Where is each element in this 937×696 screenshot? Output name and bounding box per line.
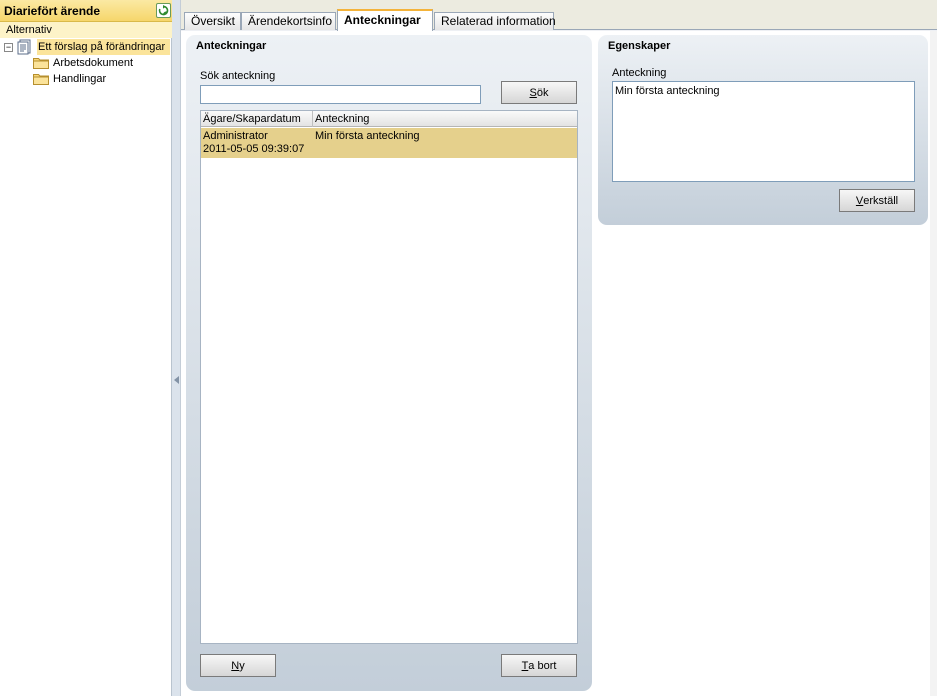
notes-panel: Anteckningar Sök anteckning Sök Ägare/Sk… bbox=[186, 35, 592, 691]
note-textarea[interactable]: Min första anteckning bbox=[612, 81, 915, 182]
tab-arendekortsinfo[interactable]: Ärendekortsinfo bbox=[241, 12, 336, 30]
notes-panel-title: Anteckningar bbox=[196, 40, 267, 52]
properties-panel: Egenskaper Anteckning Min första anteckn… bbox=[598, 35, 928, 225]
delete-note-button[interactable]: Ta bort bbox=[501, 654, 577, 677]
refresh-button[interactable] bbox=[156, 3, 171, 18]
properties-panel-title: Egenskaper bbox=[608, 40, 671, 52]
tab-oversikt[interactable]: Översikt bbox=[184, 12, 241, 30]
left-panel: Diariefört ärende Alternativ − Ett försl… bbox=[0, 0, 172, 696]
apply-button[interactable]: Verkställ bbox=[839, 189, 915, 212]
row-owner: Administrator bbox=[203, 130, 268, 142]
tree-item-label: Arbetsdokument bbox=[53, 57, 134, 69]
table-row[interactable]: Administrator 2011-05-05 09:39:07 Min fö… bbox=[201, 128, 577, 158]
tab-anteckningar[interactable]: Anteckningar bbox=[337, 9, 433, 31]
tab-strip: Översikt Ärendekortsinfo Anteckningar Re… bbox=[181, 0, 937, 31]
search-button[interactable]: Sök bbox=[501, 81, 577, 104]
delete-button-label: a bort bbox=[528, 659, 557, 672]
left-panel-header: Diariefört ärende bbox=[0, 0, 172, 22]
search-input[interactable] bbox=[200, 85, 481, 104]
alternative-label: Alternativ bbox=[6, 24, 52, 36]
folder-icon bbox=[33, 74, 49, 85]
grid-header: Ägare/Skapardatum Anteckning bbox=[201, 111, 577, 127]
search-button-key: S bbox=[529, 86, 537, 99]
note-label: Anteckning bbox=[612, 67, 667, 79]
apply-button-label: erkställ bbox=[863, 194, 899, 207]
column-header-note[interactable]: Anteckning bbox=[313, 111, 577, 127]
document-icon bbox=[17, 39, 31, 55]
left-panel-title: Diariefört ärende bbox=[4, 4, 101, 18]
right-edge bbox=[930, 31, 937, 696]
row-note: Min första anteckning bbox=[315, 130, 420, 142]
row-owner-cell: Administrator 2011-05-05 09:39:07 bbox=[203, 130, 304, 156]
alternative-row[interactable]: Alternativ bbox=[0, 22, 172, 38]
tab-relaterad-information[interactable]: Relaterad information bbox=[434, 12, 556, 30]
tree-item-label: Ett förslag på förändringar bbox=[37, 39, 170, 55]
panel-splitter[interactable] bbox=[172, 0, 181, 696]
notes-grid: Ägare/Skapardatum Anteckning Administrat… bbox=[200, 110, 578, 644]
tree-item-case[interactable]: − Ett förslag på förändringar bbox=[4, 39, 172, 55]
search-button-label: ök bbox=[536, 86, 549, 99]
tree-item-handlingar[interactable]: Handlingar bbox=[33, 71, 171, 87]
tree-item-label: Handlingar bbox=[53, 73, 107, 85]
collapse-left-icon[interactable] bbox=[174, 376, 179, 384]
tree-item-arbetsdokument[interactable]: Arbetsdokument bbox=[33, 55, 171, 71]
main-area: Översikt Ärendekortsinfo Anteckningar Re… bbox=[181, 0, 937, 696]
search-label: Sök anteckning bbox=[200, 70, 276, 82]
new-note-button[interactable]: Ny bbox=[200, 654, 276, 677]
new-button-label: y bbox=[239, 659, 245, 672]
new-button-key: N bbox=[231, 659, 240, 672]
folder-icon bbox=[33, 58, 49, 69]
delete-button-key: T bbox=[521, 659, 529, 672]
column-header-owner[interactable]: Ägare/Skapardatum bbox=[201, 111, 313, 127]
apply-button-key: V bbox=[855, 194, 864, 207]
row-created: 2011-05-05 09:39:07 bbox=[203, 143, 305, 155]
collapse-icon[interactable]: − bbox=[4, 43, 13, 52]
refresh-icon bbox=[158, 5, 169, 16]
